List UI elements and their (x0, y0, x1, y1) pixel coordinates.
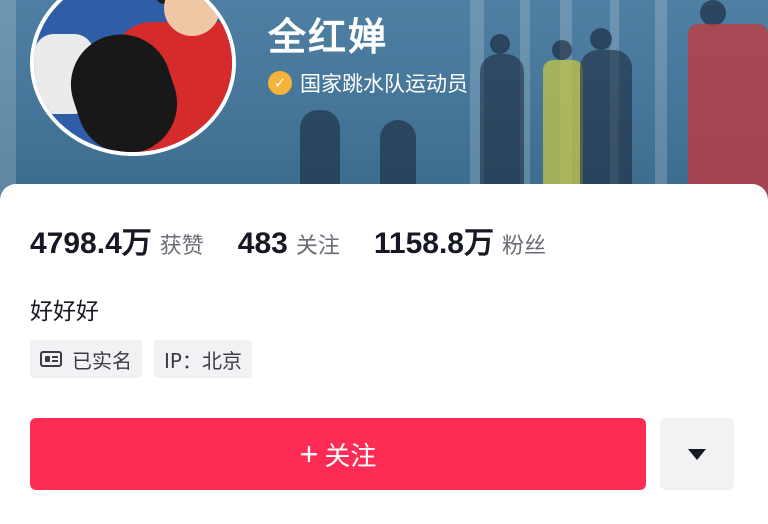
id-card-icon (40, 351, 62, 367)
verified-check-icon: ✓ (268, 71, 292, 95)
stat-followers-label: 粉丝 (501, 234, 546, 259)
stat-following-label: 关注 (295, 234, 340, 259)
tag-real-name[interactable]: 已实名 (30, 340, 142, 378)
stat-following-value: 483 (237, 227, 288, 260)
tag-ip-location: IP：北京 (154, 340, 252, 378)
tag-ip-label: IP：北京 (164, 348, 242, 373)
more-options-button[interactable] (660, 418, 734, 490)
stat-likes-value: 4798.4万 (30, 227, 152, 260)
verification-row: ✓ 国家跳水队运动员 (268, 68, 468, 98)
plus-icon: + (299, 436, 319, 472)
stat-followers[interactable]: 1158.8万 粉丝 (374, 218, 546, 262)
stat-likes: 4798.4万 获赞 (30, 218, 204, 262)
stat-likes-label: 获赞 (159, 234, 204, 259)
profile-bio: 好好好 (30, 299, 99, 325)
profile-tags: 已实名 IP：北京 (30, 340, 252, 378)
caret-down-icon (688, 448, 706, 460)
stats-row: 4798.4万 获赞 483 关注 1158.8万 粉丝 (30, 218, 580, 262)
profile-card: 4798.4万 获赞 483 关注 1158.8万 粉丝 好好好 已实名 IP：… (0, 184, 768, 524)
profile-avatar[interactable] (30, 0, 236, 156)
follow-button[interactable]: + 关注 (30, 418, 646, 490)
stat-following[interactable]: 483 关注 (238, 227, 340, 261)
verification-title: 国家跳水队运动员 (300, 72, 468, 96)
profile-name: 全红婵 (268, 15, 389, 59)
stat-followers-value: 1158.8万 (373, 227, 494, 260)
tag-real-name-label: 已实名 (72, 348, 132, 373)
follow-button-label: 关注 (324, 440, 377, 471)
